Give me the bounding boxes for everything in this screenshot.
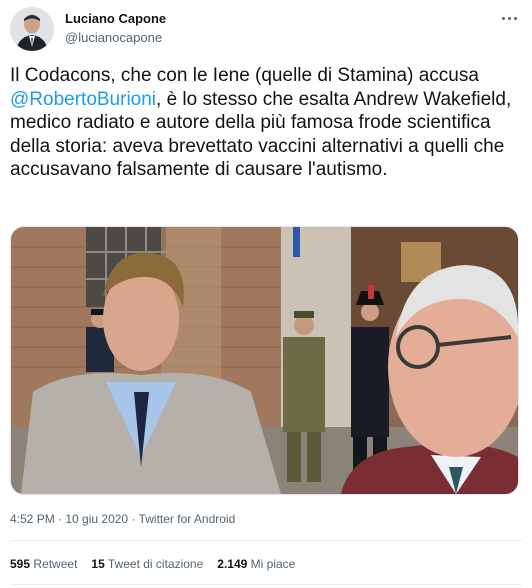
divider xyxy=(10,584,522,585)
avatar-image xyxy=(10,7,54,51)
photo-image xyxy=(11,227,518,494)
tweet-stats: 595 Retweet 15 Tweet di citazione 2.149 Mi… xyxy=(10,557,309,571)
quotes-label: Tweet di citazione xyxy=(107,557,204,571)
retweets-label: Retweet xyxy=(33,557,78,571)
tweet-text: Il Codacons, che con le Iene (quelle di … xyxy=(10,64,522,182)
retweets-count: 595 xyxy=(10,557,31,571)
quotes-count: 15 xyxy=(91,557,105,571)
tweet-header: Luciano Capone @lucianocapone xyxy=(10,7,522,55)
tweet-photo[interactable] xyxy=(10,226,519,495)
retweets-stat[interactable]: 595 Retweet xyxy=(10,557,77,571)
tweet-source[interactable]: Twitter for Android xyxy=(139,512,236,526)
tweet-meta: 4:52 PM · 10 giu 2020 · Twitter for Andr… xyxy=(10,512,235,526)
likes-stat[interactable]: 2.149 Mi piace xyxy=(217,557,295,571)
author-name[interactable]: Luciano Capone xyxy=(65,11,166,26)
mention-link[interactable]: @RobertoBurioni xyxy=(10,89,156,110)
likes-count: 2.149 xyxy=(217,557,248,571)
tweet-date[interactable]: 10 giu 2020 xyxy=(65,512,128,526)
meta-separator: · xyxy=(128,512,139,526)
divider xyxy=(10,540,522,541)
author-handle[interactable]: @lucianocapone xyxy=(65,30,162,45)
avatar[interactable] xyxy=(10,7,54,51)
quotes-stat[interactable]: 15 Tweet di citazione xyxy=(91,557,203,571)
more-horizontal-icon[interactable] xyxy=(500,9,520,29)
tweet-text-before: Il Codacons, che con le Iene (quelle di … xyxy=(10,65,479,86)
likes-label: Mi piace xyxy=(250,557,296,571)
tweet-time[interactable]: 4:52 PM xyxy=(10,512,55,526)
meta-separator: · xyxy=(54,512,66,526)
